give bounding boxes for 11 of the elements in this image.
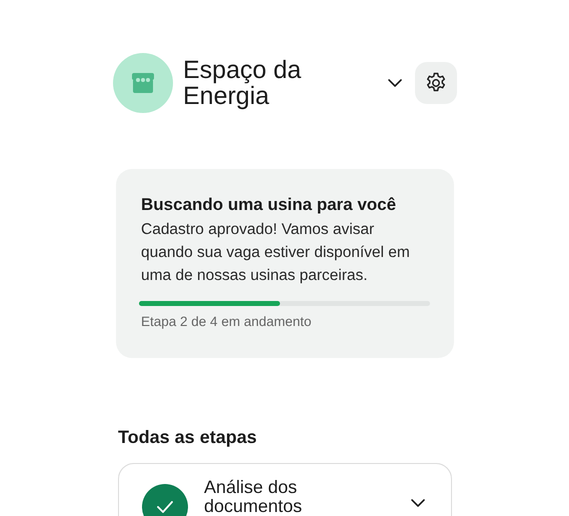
section-heading: Todas as etapas bbox=[118, 426, 258, 450]
step-title: Análise dos documentos bbox=[204, 478, 304, 516]
settings-button[interactable] bbox=[415, 62, 457, 104]
progress-caption: Etapa 2 de 4 em andamento bbox=[141, 313, 312, 331]
card-message: Cadastro aprovado! Vamos avisar quando sua vaga estiver disponível em uma de nossas usinas parceiras. bbox=[141, 220, 411, 286]
chevron-icon[interactable] bbox=[410, 498, 426, 508]
step-card[interactable]: Análise dos documentos bbox=[118, 463, 452, 516]
store-icon bbox=[131, 73, 155, 93]
account-title: Espaço da Energia bbox=[183, 57, 302, 109]
card-title: Buscando uma usina para você bbox=[141, 194, 398, 216]
chevron-icon[interactable] bbox=[387, 78, 403, 88]
